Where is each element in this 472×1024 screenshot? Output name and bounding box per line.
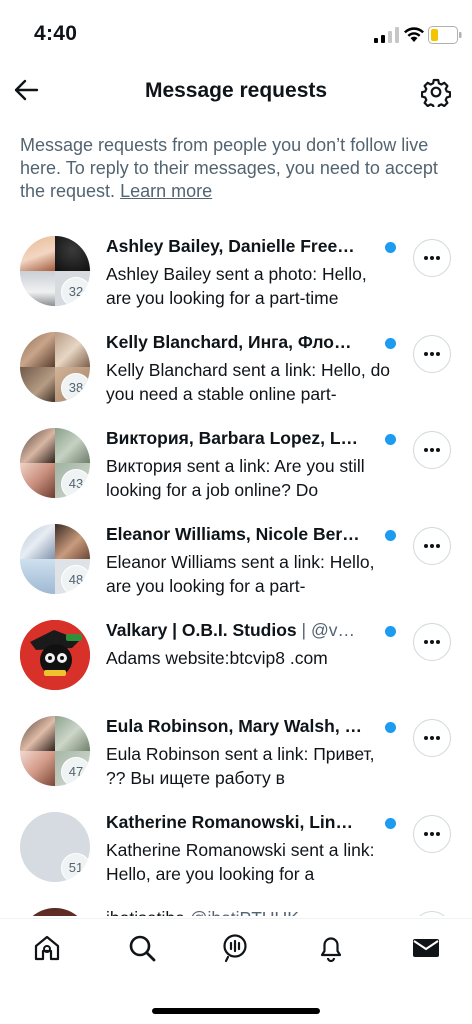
request-row[interactable]: 48 Eleanor Williams, Nicole Ber… Eleanor… bbox=[0, 510, 472, 606]
more-options-button[interactable] bbox=[413, 623, 451, 661]
user-avatar bbox=[20, 620, 90, 690]
battery-icon bbox=[428, 26, 462, 44]
unread-dot bbox=[385, 338, 396, 349]
group-avatar: 43 bbox=[20, 428, 90, 498]
user-avatar bbox=[20, 908, 90, 916]
participant-names: Виктория, Barbara Lopez, L… bbox=[106, 428, 359, 448]
unread-dot bbox=[385, 530, 396, 541]
cellular-signal-icon bbox=[374, 27, 399, 43]
request-row[interactable]: 47 Eula Robinson, Mary Walsh, … Eula Rob… bbox=[0, 702, 472, 798]
request-row[interactable]: 43 Виктория, Barbara Lopez, L… Виктория … bbox=[0, 414, 472, 510]
sender-name: ibotisetibe bbox=[106, 908, 185, 916]
more-options-button[interactable] bbox=[413, 527, 451, 565]
avatar-logo-image bbox=[20, 620, 90, 690]
status-bar: 4:40 bbox=[0, 0, 472, 64]
more-options-button[interactable] bbox=[413, 815, 451, 853]
more-options-button[interactable] bbox=[413, 911, 451, 916]
more-options-button[interactable] bbox=[413, 719, 451, 757]
request-row[interactable]: 38 Kelly Blanchard, Инга, Фло… Kelly Bla… bbox=[0, 318, 472, 414]
sender-handle: | @v… bbox=[301, 620, 355, 640]
group-avatar: 32 bbox=[20, 236, 90, 306]
info-text: Message requests from people you don’t f… bbox=[20, 134, 460, 203]
unread-dot bbox=[385, 626, 396, 637]
notifications-bell-icon[interactable] bbox=[316, 933, 346, 963]
message-preview: Kelly Blanchard sent a link: Hello, do y… bbox=[106, 360, 391, 404]
sender-name: Valkary | O.B.I. Studios bbox=[106, 620, 297, 640]
more-options-button[interactable] bbox=[413, 431, 451, 469]
unread-dot bbox=[385, 722, 396, 733]
participant-count-badge: 32 bbox=[61, 277, 90, 306]
message-preview: Виктория sent a link: Are you still look… bbox=[106, 456, 365, 500]
request-row[interactable]: 51 Katherine Romanowski, Lin… Katherine … bbox=[0, 798, 472, 894]
more-dots-icon bbox=[424, 736, 440, 740]
message-preview: Adams website:btcvip8 .com bbox=[106, 648, 328, 668]
more-dots-icon bbox=[424, 544, 440, 548]
participant-count-badge: 51 bbox=[61, 853, 90, 882]
more-options-button[interactable] bbox=[413, 239, 451, 277]
conversation-name: Katherine Romanowski, Lin… bbox=[106, 812, 378, 833]
participant-names: Eula Robinson, Mary Walsh, … bbox=[106, 716, 363, 736]
conversation-name: Ashley Bailey, Danielle Free… bbox=[106, 236, 378, 257]
participant-count-badge: 38 bbox=[61, 373, 90, 402]
search-icon[interactable] bbox=[127, 933, 157, 963]
message-preview: Katherine Romanowski sent a link: Hello,… bbox=[106, 840, 375, 884]
page-title: Message requests bbox=[144, 79, 328, 102]
request-row[interactable]: Valkary | O.B.I. Studios | @v… Adams web… bbox=[0, 606, 472, 702]
sender-handle: @ibotiPTUUK bbox=[190, 908, 299, 916]
conversation-name: Eleanor Williams, Nicole Ber… bbox=[106, 524, 378, 545]
messages-envelope-icon[interactable] bbox=[411, 933, 441, 963]
home-indicator bbox=[152, 1008, 320, 1014]
unread-dot bbox=[385, 818, 396, 829]
participant-count-badge: 47 bbox=[61, 757, 90, 786]
bottom-navigation bbox=[0, 918, 472, 981]
spaces-icon[interactable] bbox=[220, 933, 250, 963]
unread-dot bbox=[385, 242, 396, 253]
learn-more-link[interactable]: Learn more bbox=[120, 181, 212, 201]
status-time: 4:40 bbox=[34, 22, 78, 45]
request-row[interactable]: 32 Ashley Bailey, Danielle Free… Ashley … bbox=[0, 222, 472, 318]
participant-count-badge: 43 bbox=[61, 469, 90, 498]
participant-names: Eleanor Williams, Nicole Ber… bbox=[106, 524, 360, 544]
message-preview: Eleanor Williams sent a link: Hello, are… bbox=[106, 552, 375, 596]
message-preview: Eula Robinson sent a link: Привет, ?? Вы… bbox=[106, 744, 375, 788]
participant-names: Ashley Bailey, Danielle Free… bbox=[106, 236, 355, 256]
wifi-icon bbox=[404, 27, 424, 42]
header: Message requests bbox=[0, 64, 472, 120]
message-preview: Ashley Bailey sent a photo: Hello, are y… bbox=[106, 264, 367, 308]
participant-names: Kelly Blanchard, Инга, Фло… bbox=[106, 332, 352, 352]
more-dots-icon bbox=[424, 448, 440, 452]
home-icon[interactable] bbox=[32, 933, 62, 963]
more-options-button[interactable] bbox=[413, 335, 451, 373]
conversation-name: Виктория, Barbara Lopez, L… bbox=[106, 428, 378, 449]
request-row[interactable]: ibotisetibe @ibotiPTUUK bbox=[0, 894, 472, 916]
more-dots-icon bbox=[424, 256, 440, 260]
participant-names: Katherine Romanowski, Lin… bbox=[106, 812, 353, 832]
conversation-name: Eula Robinson, Mary Walsh, … bbox=[106, 716, 378, 737]
group-avatar: 48 bbox=[20, 524, 90, 594]
participant-count-badge: 48 bbox=[61, 565, 90, 594]
unread-dot bbox=[385, 434, 396, 445]
message-request-list[interactable]: 32 Ashley Bailey, Danielle Free… Ashley … bbox=[0, 222, 472, 916]
conversation-name: ibotisetibe @ibotiPTUUK bbox=[106, 908, 378, 916]
settings-gear-icon[interactable] bbox=[421, 77, 451, 107]
info-description: Message requests from people you don’t f… bbox=[20, 135, 438, 201]
group-avatar: 38 bbox=[20, 332, 90, 402]
conversation-name: Valkary | O.B.I. Studios | @v… bbox=[106, 620, 378, 641]
group-avatar: 47 bbox=[20, 716, 90, 786]
more-dots-icon bbox=[424, 352, 440, 356]
group-avatar: 51 bbox=[20, 812, 90, 882]
conversation-name: Kelly Blanchard, Инга, Фло… bbox=[106, 332, 378, 353]
more-dots-icon bbox=[424, 832, 440, 836]
more-dots-icon bbox=[424, 640, 440, 644]
